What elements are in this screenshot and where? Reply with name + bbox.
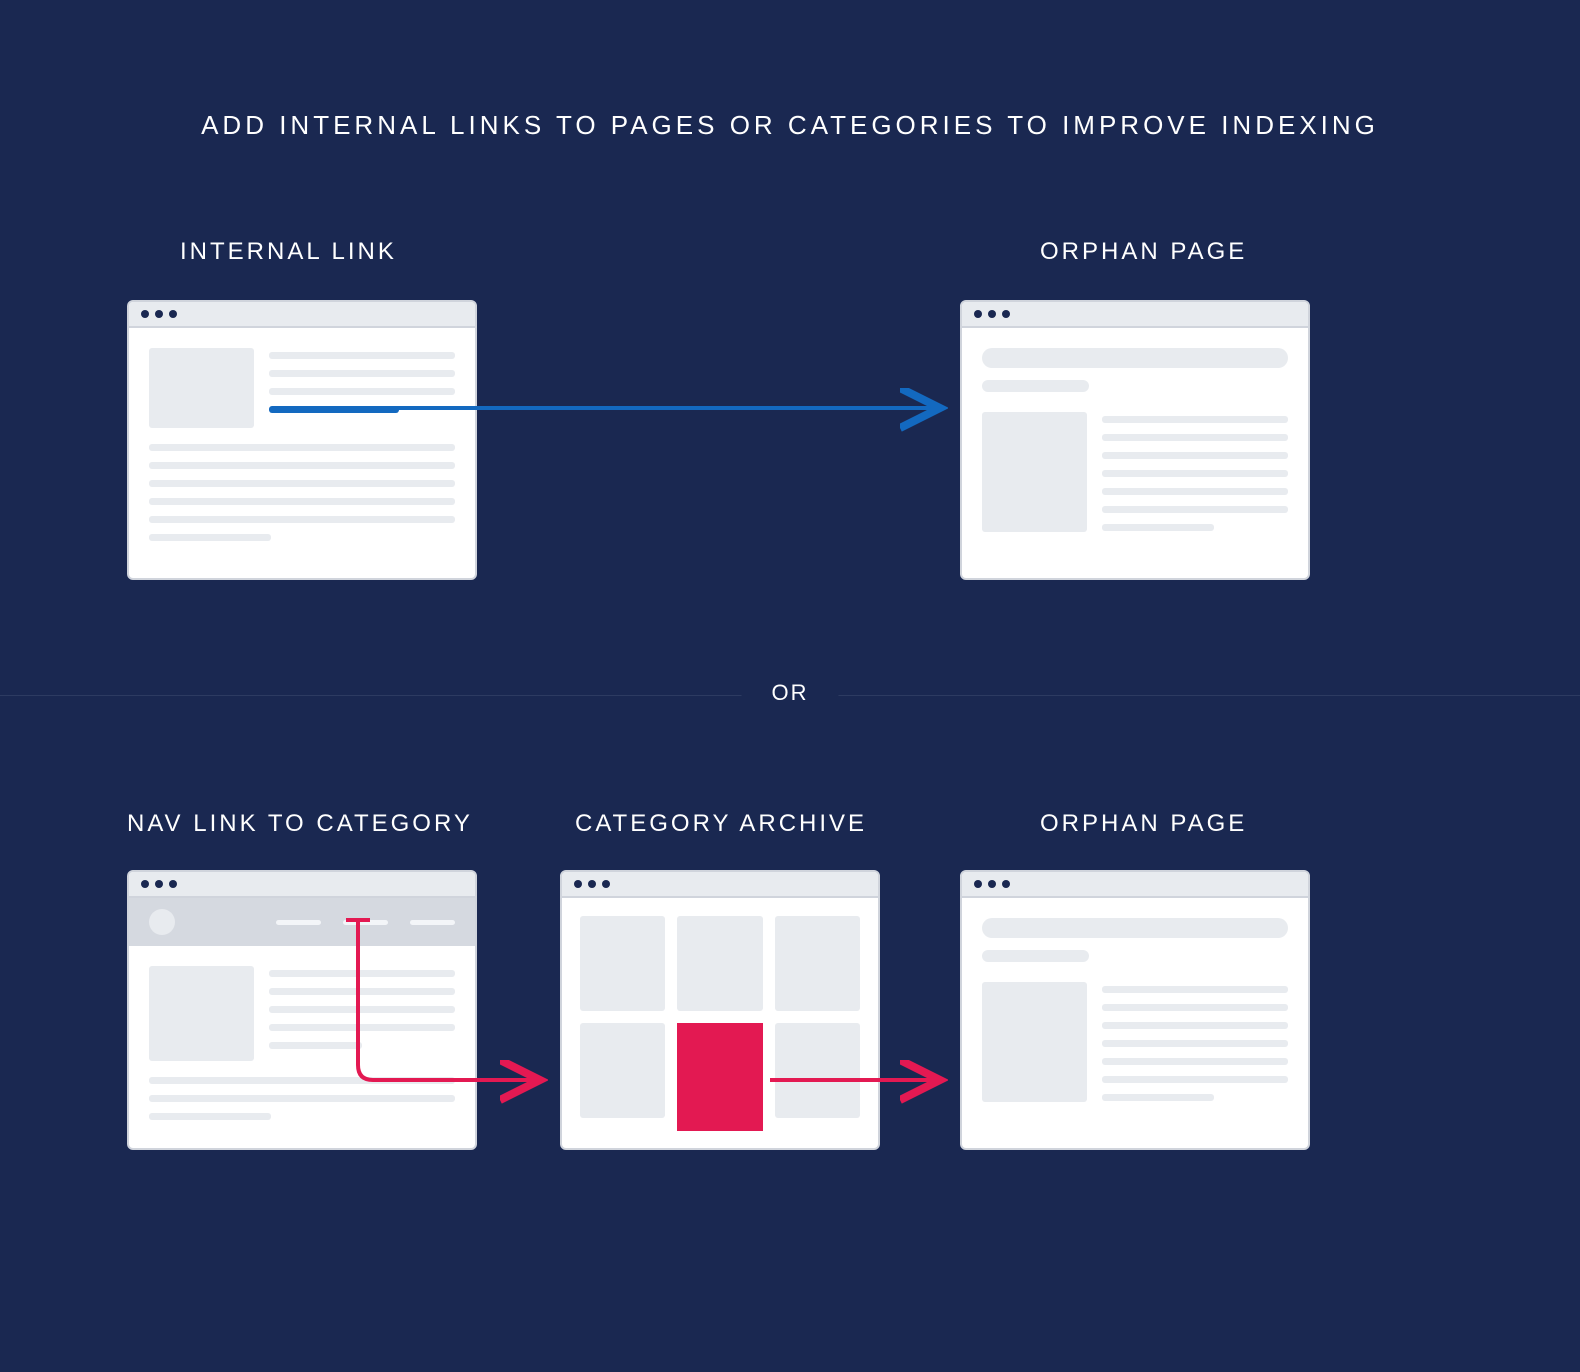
- browser-titlebar: [962, 302, 1308, 328]
- wireframe-line: [149, 534, 271, 541]
- wireframe-line: [149, 480, 455, 487]
- label-category-archive: CATEGORY ARCHIVE: [575, 810, 867, 838]
- wireframe-line: [1102, 1040, 1288, 1047]
- grid-item: [677, 916, 762, 1011]
- wireframe-title: [982, 348, 1288, 368]
- window-dot-icon: [974, 880, 982, 888]
- browser-content: [129, 898, 475, 1140]
- grid-item: [580, 1023, 665, 1118]
- wireframe-line: [1102, 1076, 1288, 1083]
- wireframe-line: [149, 462, 455, 469]
- wireframe-title: [982, 918, 1288, 938]
- wireframe-line: [1102, 1004, 1288, 1011]
- wireframe-line: [269, 388, 455, 395]
- wireframe-subtitle: [982, 380, 1089, 392]
- wireframe-line: [1102, 452, 1288, 459]
- wireframe-line: [149, 1095, 455, 1102]
- browser-titlebar: [129, 302, 475, 328]
- wireframe-subtitle: [982, 950, 1089, 962]
- window-dot-icon: [588, 880, 596, 888]
- browser-titlebar: [562, 872, 878, 898]
- browser-internal-link: [127, 300, 477, 580]
- window-dot-icon: [155, 310, 163, 318]
- diagram-title: ADD INTERNAL LINKS TO PAGES OR CATEGORIE…: [0, 110, 1580, 141]
- window-dot-icon: [988, 880, 996, 888]
- internal-link-highlight: [269, 406, 399, 413]
- browser-titlebar: [129, 872, 475, 898]
- grid-item-highlighted: [677, 1023, 762, 1131]
- nav-item: [343, 920, 388, 925]
- nav-bar: [129, 898, 475, 946]
- window-dot-icon: [141, 880, 149, 888]
- wireframe-line: [1102, 488, 1288, 495]
- nav-item: [276, 920, 321, 925]
- wireframe-line: [149, 444, 455, 451]
- window-dot-icon: [141, 310, 149, 318]
- wireframe-line: [269, 1006, 455, 1013]
- window-dot-icon: [602, 880, 610, 888]
- wireframe-line: [149, 1113, 271, 1120]
- browser-content: [962, 328, 1308, 552]
- label-orphan-page-bottom: ORPHAN PAGE: [1040, 810, 1247, 838]
- window-dot-icon: [974, 310, 982, 318]
- wireframe-image: [149, 348, 254, 428]
- wireframe-line: [149, 1077, 455, 1084]
- window-dot-icon: [1002, 310, 1010, 318]
- wireframe-line: [269, 988, 455, 995]
- window-dot-icon: [155, 880, 163, 888]
- wireframe-line: [1102, 470, 1288, 477]
- wireframe-line: [149, 516, 455, 523]
- wireframe-line: [1102, 524, 1214, 531]
- label-orphan-page-top: ORPHAN PAGE: [1040, 238, 1247, 266]
- window-dot-icon: [1002, 880, 1010, 888]
- browser-content: [962, 898, 1308, 1122]
- wireframe-image: [982, 412, 1087, 532]
- wireframe-image: [982, 982, 1087, 1102]
- label-internal-link: INTERNAL LINK: [180, 238, 397, 266]
- wireframe-line: [1102, 1022, 1288, 1029]
- browser-content: [562, 898, 878, 1149]
- window-dot-icon: [988, 310, 996, 318]
- wireframe-line: [1102, 1094, 1214, 1101]
- wireframe-line: [1102, 986, 1288, 993]
- grid-item: [580, 916, 665, 1011]
- browser-orphan-page-bottom: [960, 870, 1310, 1150]
- browser-nav-link: [127, 870, 477, 1150]
- window-dot-icon: [169, 310, 177, 318]
- grid-item: [775, 1023, 860, 1118]
- window-dot-icon: [169, 880, 177, 888]
- wireframe-line: [149, 498, 455, 505]
- wireframe-line: [269, 1042, 362, 1049]
- wireframe-line: [1102, 1058, 1288, 1065]
- nav-logo: [149, 909, 175, 935]
- or-separator: OR: [742, 680, 839, 706]
- wireframe-line: [269, 970, 455, 977]
- wireframe-line: [1102, 434, 1288, 441]
- label-nav-link: NAV LINK TO CATEGORY: [127, 810, 473, 838]
- browser-orphan-page-top: [960, 300, 1310, 580]
- wireframe-line: [269, 370, 455, 377]
- wireframe-line: [269, 1024, 455, 1031]
- window-dot-icon: [574, 880, 582, 888]
- browser-content: [129, 328, 475, 561]
- wireframe-line: [269, 352, 455, 359]
- wireframe-image: [149, 966, 254, 1061]
- browser-titlebar: [962, 872, 1308, 898]
- wireframe-line: [1102, 506, 1288, 513]
- grid-item: [775, 916, 860, 1011]
- nav-item: [410, 920, 455, 925]
- wireframe-line: [1102, 416, 1288, 423]
- browser-category-archive: [560, 870, 880, 1150]
